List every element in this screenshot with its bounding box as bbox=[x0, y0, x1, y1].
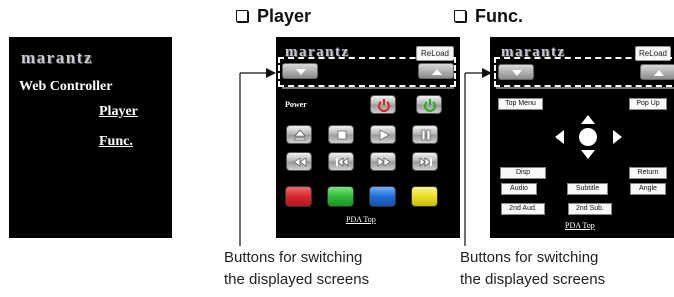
arrow-right-icon bbox=[266, 68, 276, 78]
caption-line: Buttons for switching bbox=[224, 249, 363, 266]
func-caption: Buttons for switching the displayed scre… bbox=[460, 247, 605, 291]
player-caption: Buttons for switching the displayed scre… bbox=[224, 247, 369, 291]
caption-line: Buttons for switching bbox=[460, 249, 599, 266]
arrow-right-icon bbox=[482, 68, 492, 78]
caption-line: the displayed screens bbox=[224, 271, 370, 288]
caption-line: the displayed screens bbox=[460, 271, 606, 288]
